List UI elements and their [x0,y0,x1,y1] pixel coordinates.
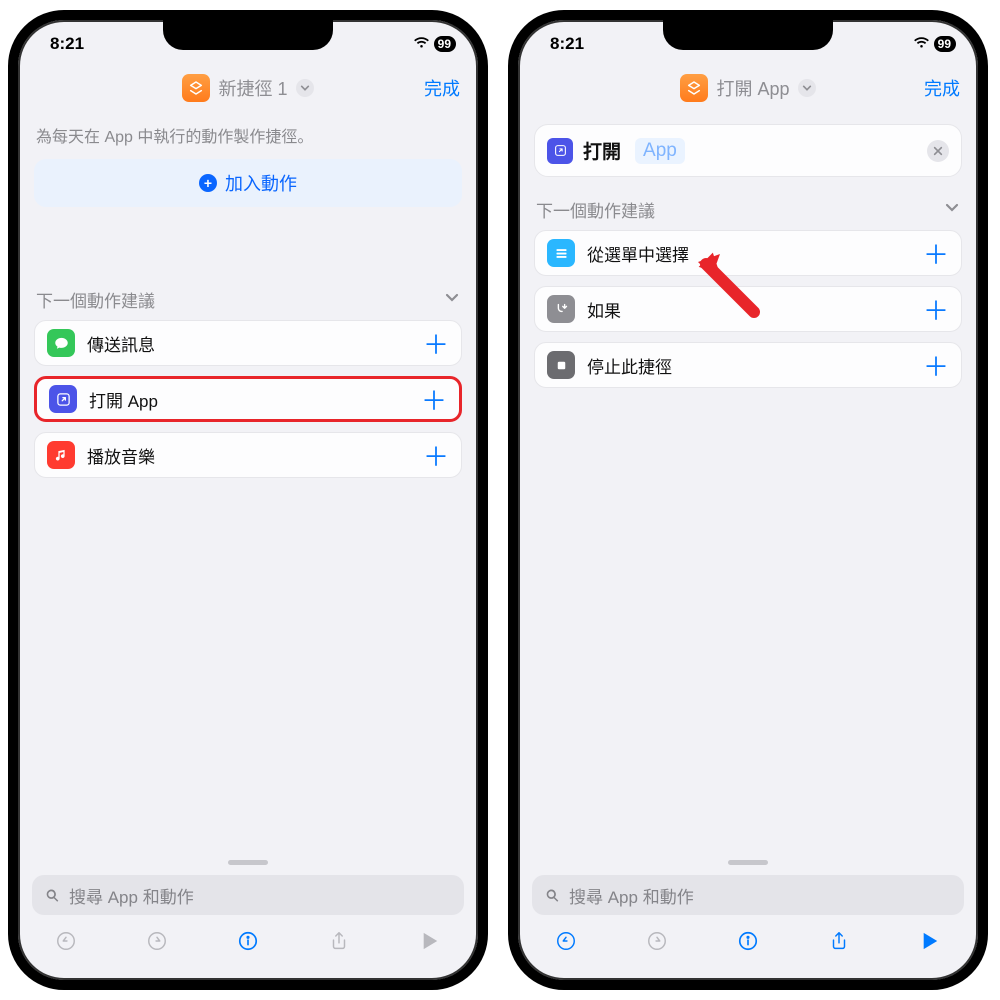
open-app-icon [49,385,77,413]
open-app-icon [547,138,573,164]
stop-icon [547,351,575,379]
wifi-icon [413,34,430,54]
suggestion-row-if[interactable]: 如果 ＋ [534,286,962,332]
info-button[interactable] [734,927,762,955]
plus-icon[interactable]: ＋ [923,291,949,328]
search-placeholder: 搜尋 App 和動作 [569,883,694,908]
play-button[interactable] [416,927,444,955]
suggestion-row-open-app[interactable]: 打開 App ＋ [34,376,462,422]
done-button[interactable]: 完成 [924,75,960,101]
nav-title[interactable]: 打開 App [680,74,815,102]
chevron-down-icon [296,79,314,97]
phone-right: 8:21 99 打開 App 完成 打開 App [508,10,988,990]
suggestions-header[interactable]: 下一個動作建議 [34,287,462,320]
status-time: 8:21 [50,34,84,54]
action-param-app[interactable]: App [635,138,685,164]
clear-action-button[interactable] [927,140,949,162]
suggestion-row-choose-menu[interactable]: 從選單中選擇 ＋ [534,230,962,276]
battery-badge: 99 [934,36,956,52]
status-time: 8:21 [550,34,584,54]
plus-icon[interactable]: ＋ [423,437,449,474]
row-label: 播放音樂 [87,443,411,468]
suggestion-row-stop[interactable]: 停止此捷徑 ＋ [534,342,962,388]
chevron-down-icon [944,199,960,220]
plus-icon[interactable]: ＋ [423,325,449,362]
toolbar [532,915,964,955]
nav-bar: 新捷徑 1 完成 [18,64,478,112]
search-placeholder: 搜尋 App 和動作 [69,883,194,908]
sheet-grabber[interactable] [228,860,268,865]
info-button[interactable] [234,927,262,955]
suggestions-header-label: 下一個動作建議 [536,197,655,222]
bottom-area: 搜尋 App 和動作 [18,860,478,980]
done-button[interactable]: 完成 [424,75,460,101]
plus-circle-icon: + [199,174,217,192]
list-icon [547,239,575,267]
branch-icon [547,295,575,323]
suggestion-row-play-music[interactable]: 播放音樂 ＋ [34,432,462,478]
row-label: 如果 [587,297,911,322]
suggestion-row-send-message[interactable]: 傳送訊息 ＋ [34,320,462,366]
wifi-icon [913,34,930,54]
play-button[interactable] [916,927,944,955]
share-button[interactable] [825,927,853,955]
row-label: 停止此捷徑 [587,353,911,378]
nav-title[interactable]: 新捷徑 1 [182,74,313,102]
plus-icon[interactable]: ＋ [923,347,949,384]
search-input[interactable]: 搜尋 App 和動作 [532,875,964,915]
phone-left: 8:21 99 新捷徑 1 完成 為每天在 App 中執行的動作製作捷徑。 + … [8,10,488,990]
notch [163,20,333,50]
plus-icon[interactable]: ＋ [923,235,949,272]
nav-title-text: 打開 App [716,75,789,101]
nav-bar: 打開 App 完成 [518,64,978,112]
message-icon [47,329,75,357]
row-label: 打開 App [89,387,409,412]
music-icon [47,441,75,469]
suggestions-header[interactable]: 下一個動作建議 [534,197,962,230]
chevron-down-icon [444,289,460,310]
sheet-grabber[interactable] [728,860,768,865]
suggestions-header-label: 下一個動作建議 [36,287,155,312]
chevron-down-icon [798,79,816,97]
add-action-label: 加入動作 [225,170,297,196]
row-label: 從選單中選擇 [587,241,911,266]
action-open-app[interactable]: 打開 App [534,124,962,177]
redo-button[interactable] [143,927,171,955]
nav-title-text: 新捷徑 1 [218,75,287,101]
content-area: 打開 App 下一個動作建議 從選單中選擇 ＋ [518,112,978,860]
intro-text: 為每天在 App 中執行的動作製作捷徑。 [34,120,462,159]
plus-icon[interactable]: ＋ [421,381,447,418]
battery-badge: 99 [434,36,456,52]
add-action-button[interactable]: + 加入動作 [34,159,462,207]
bottom-area: 搜尋 App 和動作 [518,860,978,980]
undo-button[interactable] [52,927,80,955]
undo-button[interactable] [552,927,580,955]
shortcut-icon [182,74,210,102]
shortcut-icon [680,74,708,102]
share-button[interactable] [325,927,353,955]
redo-button[interactable] [643,927,671,955]
content-area: 為每天在 App 中執行的動作製作捷徑。 + 加入動作 下一個動作建議 傳送訊息… [18,112,478,860]
toolbar [32,915,464,955]
action-verb: 打開 [583,137,621,164]
search-input[interactable]: 搜尋 App 和動作 [32,875,464,915]
notch [663,20,833,50]
row-label: 傳送訊息 [87,331,411,356]
